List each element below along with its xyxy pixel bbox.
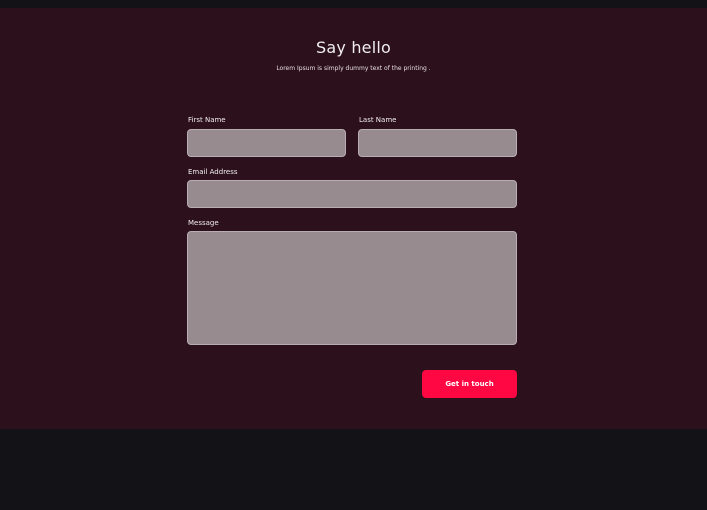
first-name-label: First Name — [188, 116, 226, 124]
page-subtitle: Lorem Ipsum is simply dummy text of the … — [276, 65, 431, 72]
contact-section: Say hello Lorem Ipsum is simply dummy te… — [0, 8, 707, 429]
footer-area — [0, 429, 707, 510]
email-label: Email Address — [188, 168, 238, 176]
email-field[interactable] — [187, 180, 517, 208]
last-name-label: Last Name — [359, 116, 397, 124]
get-in-touch-button[interactable]: Get in touch — [422, 370, 517, 398]
top-strip — [0, 0, 707, 8]
message-label: Message — [188, 219, 219, 227]
first-name-field[interactable] — [187, 129, 346, 157]
message-field[interactable] — [187, 231, 517, 345]
page-title: Say hello — [316, 38, 391, 57]
last-name-field[interactable] — [358, 129, 517, 157]
